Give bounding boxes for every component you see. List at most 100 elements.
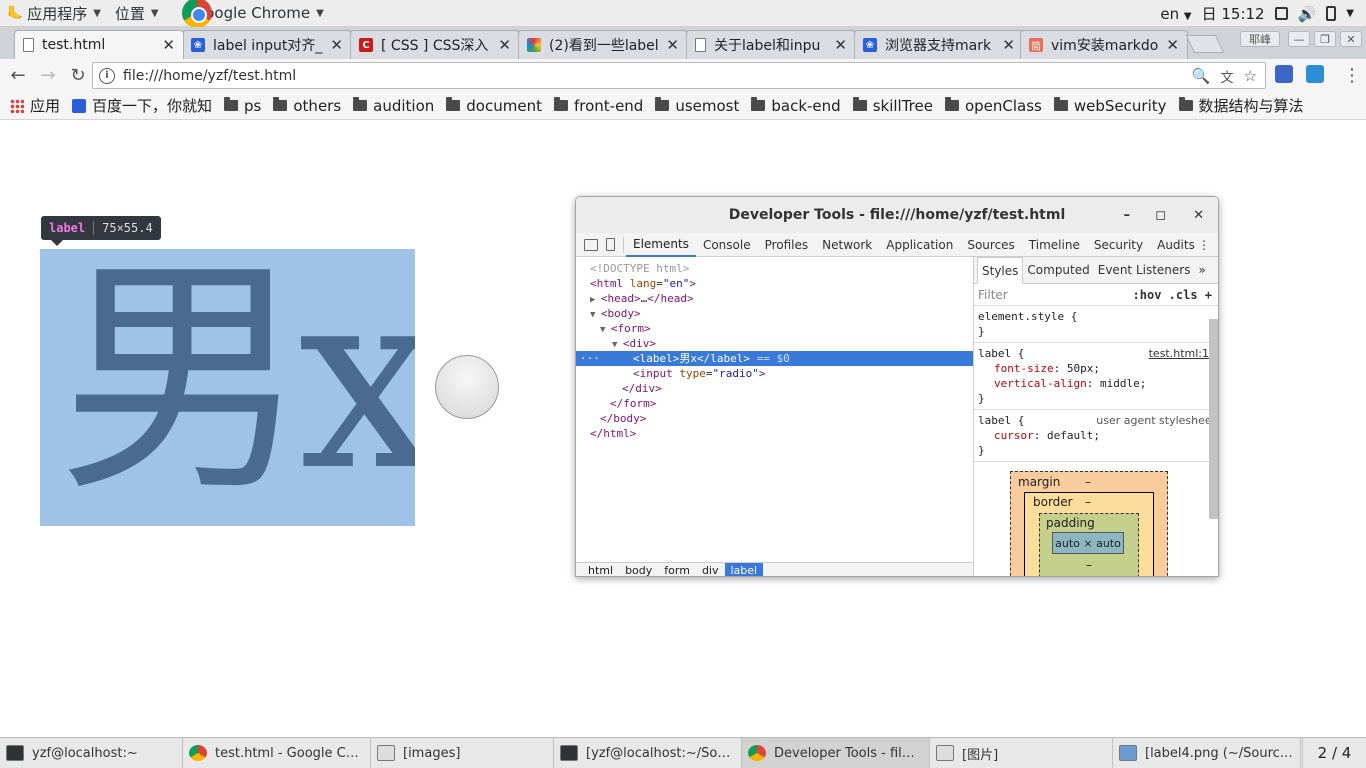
tab-profiles[interactable]: Profiles: [758, 233, 816, 257]
dom-label-selected[interactable]: ··· <label>男x</label> == $0: [576, 351, 973, 366]
menu-icon[interactable]: ⋮: [1340, 63, 1364, 87]
extension-icon[interactable]: [1306, 65, 1324, 83]
applications-menu[interactable]: 🦶 应用程序 ▼: [0, 0, 108, 27]
task-chrome[interactable]: test.html - Google C…: [183, 738, 371, 768]
bookmark-baidu[interactable]: 百度一下，你就知: [72, 95, 212, 116]
language-indicator[interactable]: en ▼: [1160, 5, 1191, 23]
forward-icon[interactable]: →: [36, 64, 60, 88]
dom-div[interactable]: ▼ <div>: [576, 336, 973, 351]
close-icon[interactable]: ✕: [498, 36, 511, 54]
tab-network[interactable]: Network: [815, 233, 879, 257]
more-icon[interactable]: ⋮: [1198, 238, 1210, 252]
bookmark-folder[interactable]: 数据结构与算法: [1178, 95, 1304, 116]
crumb-form[interactable]: form: [658, 563, 696, 576]
more-tabs-icon[interactable]: »: [1194, 257, 1209, 284]
tab-seen-label[interactable]: (2)看到一些label ✕: [518, 30, 688, 59]
minimize-icon[interactable]: –: [1124, 208, 1131, 223]
tab-label-and-input[interactable]: 关于label和inpu ✕: [686, 30, 856, 59]
bookmark-folder[interactable]: usemost: [655, 97, 739, 115]
inspect-element-icon[interactable]: [584, 238, 598, 251]
dom-input[interactable]: <input type="radio">: [576, 366, 973, 381]
tab-css-deep[interactable]: C [ CSS ] CSS深入 ✕: [350, 30, 520, 59]
minimize-icon[interactable]: —: [1288, 31, 1310, 47]
dom-body-close[interactable]: </body>: [576, 411, 973, 426]
back-icon[interactable]: ←: [6, 64, 30, 88]
crumb-body[interactable]: body: [619, 563, 658, 576]
bookmark-folder[interactable]: audition: [353, 97, 434, 115]
dom-form[interactable]: ▼ <form>: [576, 321, 973, 336]
task-pictures[interactable]: [图片]: [930, 738, 1113, 768]
task-devtools[interactable]: Developer Tools - fil…: [742, 738, 930, 768]
dom-body[interactable]: ▼ <body>: [576, 306, 973, 321]
dom-html-close[interactable]: </html>: [576, 426, 973, 441]
device-toolbar-icon[interactable]: [606, 238, 615, 251]
tab-audits[interactable]: Audits: [1150, 233, 1202, 257]
new-tab-button[interactable]: [1185, 35, 1225, 53]
close-icon[interactable]: ✕: [162, 36, 175, 54]
tab-elements[interactable]: Elements: [626, 233, 696, 257]
bookmark-folder[interactable]: others: [273, 97, 341, 115]
star-icon[interactable]: ☆: [1244, 67, 1257, 86]
extension-icon[interactable]: [1275, 65, 1293, 83]
active-app-menu[interactable]: Google Chrome ▼: [166, 0, 331, 28]
task-terminal[interactable]: yzf@localhost:~: [0, 738, 183, 768]
tab-browser-support[interactable]: ❀ 浏览器支持mark ✕: [854, 30, 1024, 59]
tab-application[interactable]: Application: [879, 233, 960, 257]
close-icon[interactable]: ✕: [330, 36, 343, 54]
highlighted-label[interactable]: 男x: [40, 249, 415, 526]
bookmark-folder[interactable]: ps: [224, 97, 261, 115]
crumb-div[interactable]: div: [696, 563, 725, 576]
tab-vim-markdown[interactable]: 简 vim安装markdo ✕: [1020, 30, 1188, 59]
task-terminal-2[interactable]: [yzf@localhost:~/So…: [554, 738, 742, 768]
volume-icon[interactable]: 🔊: [1298, 5, 1317, 23]
bookmark-folder[interactable]: webSecurity: [1053, 97, 1167, 115]
bookmark-folder[interactable]: skillTree: [852, 97, 933, 115]
styles-filter[interactable]: Filter :hov .cls +: [974, 284, 1218, 306]
tab-test-html[interactable]: test.html ✕: [14, 30, 184, 59]
screenshot-icon[interactable]: [1274, 7, 1288, 20]
tab-label-input[interactable]: ❀ label input对齐_ ✕: [182, 30, 352, 59]
close-icon[interactable]: ✕: [1166, 36, 1179, 54]
clock[interactable]: 日 15:12: [1202, 3, 1265, 24]
tab-computed[interactable]: Computed: [1023, 257, 1093, 284]
bookmark-apps[interactable]: 应用: [10, 95, 60, 116]
close-icon[interactable]: ✕: [666, 36, 679, 54]
maximize-icon[interactable]: ◻: [1155, 208, 1166, 223]
dom-doctype[interactable]: <!DOCTYPE html>: [576, 261, 973, 276]
bookmark-folder[interactable]: back-end: [751, 97, 841, 115]
reload-icon[interactable]: ↻: [66, 64, 90, 88]
profile-button[interactable]: 耶峰: [1240, 31, 1280, 47]
workspace-pager[interactable]: 2 / 4: [1302, 738, 1366, 768]
close-icon[interactable]: ✕: [1002, 36, 1015, 54]
tab-sources[interactable]: Sources: [960, 233, 1021, 257]
places-menu[interactable]: 位置 ▼: [108, 0, 166, 27]
tab-console[interactable]: Console: [696, 233, 758, 257]
dom-head[interactable]: ▶ <head>…</head>: [576, 291, 973, 306]
battery-icon[interactable]: [1326, 6, 1337, 21]
close-icon[interactable]: ✕: [1193, 208, 1204, 223]
translate-icon[interactable]: 文: [1221, 67, 1234, 86]
close-icon[interactable]: ✕: [834, 36, 847, 54]
tab-styles[interactable]: Styles: [977, 256, 1024, 284]
bookmark-folder[interactable]: document: [446, 97, 542, 115]
crumb-html[interactable]: html: [582, 563, 619, 576]
rule-label-author[interactable]: label {test.html:11 font-size: 50px; ver…: [974, 343, 1218, 410]
task-image-viewer[interactable]: [label4.png (~/Sourc…: [1113, 738, 1301, 768]
chevron-down-icon[interactable]: ▼: [1346, 8, 1354, 19]
dom-div-close[interactable]: </div>: [576, 381, 973, 396]
radio-input[interactable]: [435, 355, 499, 419]
tab-security[interactable]: Security: [1087, 233, 1150, 257]
bookmark-folder[interactable]: openClass: [944, 97, 1042, 115]
filter-options[interactable]: :hov .cls +: [1133, 288, 1212, 302]
tab-event-listeners[interactable]: Event Listeners: [1094, 257, 1195, 284]
zoom-icon[interactable]: 🔍: [1192, 67, 1211, 86]
dom-html[interactable]: <html lang="en">: [576, 276, 973, 291]
dom-form-close[interactable]: </form>: [576, 396, 973, 411]
task-images[interactable]: [images]: [371, 738, 554, 768]
restore-icon[interactable]: ❐: [1314, 31, 1336, 47]
crumb-label[interactable]: label: [724, 562, 764, 576]
close-window-icon[interactable]: ✕: [1340, 31, 1362, 47]
source-link[interactable]: test.html:11: [1149, 346, 1216, 361]
styles-scrollbar[interactable]: [1209, 319, 1218, 519]
bookmark-folder[interactable]: front-end: [553, 97, 643, 115]
